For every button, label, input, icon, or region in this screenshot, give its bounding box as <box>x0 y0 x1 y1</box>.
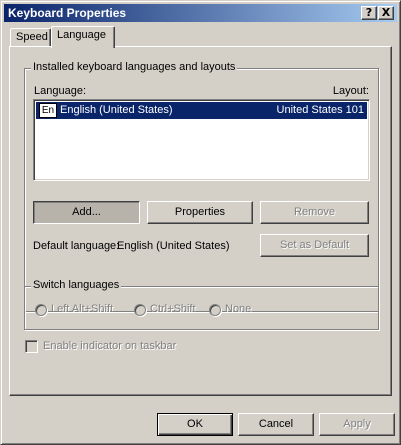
set-as-default-button[interactable]: Set as Default <box>260 234 369 257</box>
ok-button-label: OK <box>187 418 203 430</box>
language-tab-panel: Installed keyboard languages and layouts… <box>9 46 392 396</box>
close-button[interactable]: X <box>378 6 394 20</box>
installed-languages-group: Installed keyboard languages and layouts… <box>24 61 379 312</box>
remove-button-label: Remove <box>294 206 335 218</box>
help-button[interactable]: ? <box>361 6 377 20</box>
list-item[interactable]: En English (United States) United States… <box>36 102 367 119</box>
list-item-layout: United States 101 <box>276 104 364 116</box>
list-item-language: English (United States) <box>60 104 173 116</box>
radio-none-label: None <box>225 303 252 315</box>
installed-languages-group-title: Installed keyboard languages and layouts <box>31 61 238 73</box>
default-language-value: English (United States) <box>117 240 230 252</box>
switch-languages-group-title: Switch languages <box>31 279 122 291</box>
properties-button-label: Properties <box>174 206 226 218</box>
apply-button[interactable]: Apply <box>319 413 395 436</box>
layout-column-header: Layout: <box>332 85 369 97</box>
window-title: Keyboard Properties <box>8 6 127 20</box>
installed-languages-list[interactable]: En English (United States) United States… <box>33 99 370 181</box>
help-icon: ? <box>365 6 373 19</box>
properties-button[interactable]: Properties <box>147 201 253 224</box>
checkbox-icon <box>25 340 38 353</box>
add-button[interactable]: Add... <box>33 201 140 224</box>
apply-button-label: Apply <box>343 418 371 430</box>
switch-languages-group: Switch languages Left Alt+Shift Ctrl+Shi… <box>24 279 379 330</box>
radio-left-alt-shift-label: Left Alt+Shift <box>51 303 114 315</box>
keyboard-properties-dialog: Keyboard Properties ? X Speed Language I… <box>0 0 401 445</box>
radio-ctrl-shift[interactable]: Ctrl+Shift <box>134 303 214 317</box>
radio-icon <box>35 304 47 316</box>
default-language-label: Default language: <box>33 240 120 252</box>
enable-indicator-checkbox[interactable]: Enable indicator on taskbar <box>25 340 225 355</box>
ok-button[interactable]: OK <box>157 413 233 436</box>
enable-indicator-label: Enable indicator on taskbar <box>43 340 177 352</box>
tab-language[interactable]: Language <box>51 26 115 48</box>
cancel-button[interactable]: Cancel <box>238 413 314 436</box>
set-as-default-button-label: Set as Default <box>279 239 350 251</box>
language-indicator-badge: En <box>39 103 57 118</box>
add-button-label: Add... <box>72 206 101 218</box>
tab-speed[interactable]: Speed <box>10 28 51 47</box>
radio-icon <box>209 304 221 316</box>
language-column-header: Language: <box>34 85 86 97</box>
close-icon: X <box>381 6 391 19</box>
tab-language-label: Language <box>57 29 106 41</box>
cancel-button-label: Cancel <box>258 418 294 430</box>
radio-none[interactable]: None <box>209 303 269 317</box>
radio-left-alt-shift[interactable]: Left Alt+Shift <box>35 303 125 317</box>
remove-button[interactable]: Remove <box>260 201 369 224</box>
radio-ctrl-shift-label: Ctrl+Shift <box>150 303 196 315</box>
tab-speed-label: Speed <box>16 31 48 43</box>
radio-icon <box>134 304 146 316</box>
title-bar[interactable]: Keyboard Properties ? X <box>4 4 397 22</box>
